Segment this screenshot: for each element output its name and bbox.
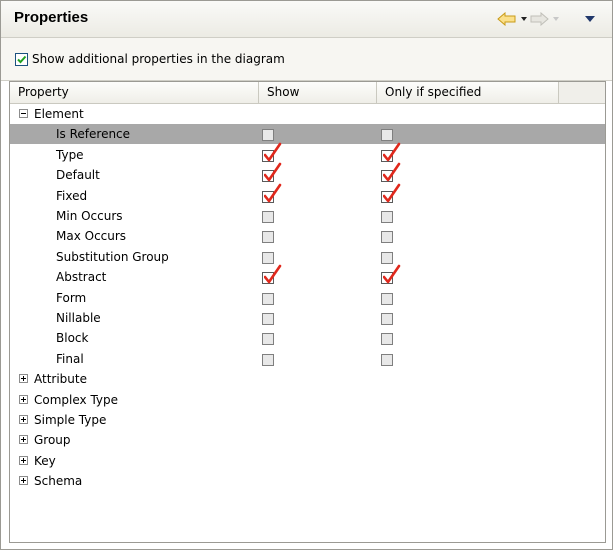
only-if-specified-checkbox[interactable] <box>381 333 393 346</box>
table-header: Property Show Only if specified <box>10 82 605 104</box>
expand-toggle-icon[interactable] <box>19 455 28 465</box>
red-checkmark-icon <box>264 142 282 162</box>
back-arrow-icon <box>497 12 516 26</box>
only-if-specified-checkbox[interactable] <box>381 142 401 162</box>
view-menu-icon <box>585 16 595 22</box>
row-label: Min Occurs <box>56 209 123 223</box>
expand-toggle-icon[interactable] <box>19 374 28 384</box>
property-row-abstract[interactable]: Abstract <box>10 264 605 287</box>
back-button[interactable] <box>497 8 528 30</box>
show-checkbox[interactable] <box>262 231 274 244</box>
row-label: Is Reference <box>56 127 131 142</box>
properties-table: Property Show Only if specified Element I… <box>9 81 606 543</box>
row-label: Final <box>56 351 84 366</box>
row-label: Group <box>34 433 71 448</box>
property-row-block[interactable]: Block <box>10 328 605 348</box>
show-checkbox[interactable] <box>262 129 274 142</box>
row-label: Default <box>56 168 100 183</box>
property-row-default[interactable]: Default <box>10 162 605 185</box>
only-if-specified-checkbox[interactable] <box>381 211 393 223</box>
show-checkbox[interactable] <box>262 162 282 183</box>
collapse-toggle-icon[interactable] <box>19 109 28 118</box>
row-label: Simple Type <box>34 413 107 427</box>
show-additional-checkbox[interactable] <box>15 53 28 66</box>
only-if-specified-checkbox[interactable] <box>381 264 401 285</box>
row-label: Form <box>56 290 87 305</box>
row-label: Schema <box>34 474 83 489</box>
property-row-nillable[interactable]: Nillable <box>10 308 605 328</box>
show-checkbox[interactable] <box>262 292 274 305</box>
red-checkmark-icon <box>383 183 401 202</box>
property-row-form[interactable]: Form <box>10 288 605 308</box>
show-checkbox[interactable] <box>262 313 274 325</box>
red-checkmark-icon <box>383 142 401 162</box>
tree-group-element[interactable]: Element <box>10 104 605 124</box>
checkmark-icon <box>17 55 27 64</box>
show-checkbox[interactable] <box>262 251 274 264</box>
red-checkmark-icon <box>383 264 401 284</box>
tree-group-group[interactable]: Group <box>10 430 605 450</box>
chevron-down-icon <box>521 17 527 21</box>
red-checkmark-icon <box>264 162 282 182</box>
red-checkmark-icon <box>264 183 282 202</box>
row-label: Complex Type <box>34 392 119 407</box>
show-checkbox[interactable] <box>262 353 274 366</box>
expand-toggle-icon[interactable] <box>19 415 28 424</box>
show-checkbox[interactable] <box>262 183 282 203</box>
show-checkbox[interactable] <box>262 333 274 346</box>
property-row-substitution-group[interactable]: Substitution Group <box>10 247 605 267</box>
properties-panel: Properties Show additional properties in… <box>0 0 613 550</box>
property-row-fixed[interactable]: Fixed <box>10 183 605 206</box>
column-header-only-if-specified[interactable]: Only if specified <box>377 82 559 103</box>
row-label: Attribute <box>34 372 87 387</box>
only-if-specified-checkbox[interactable] <box>381 183 401 203</box>
column-header-show[interactable]: Show <box>259 82 377 103</box>
row-label: Block <box>56 331 89 346</box>
row-label: Fixed <box>56 188 88 203</box>
property-row-min-occurs[interactable]: Min Occurs <box>10 206 605 226</box>
panel-title: Properties <box>14 9 89 26</box>
only-if-specified-checkbox[interactable] <box>381 353 393 366</box>
tree-group-complex-type[interactable]: Complex Type <box>10 390 605 410</box>
row-label: Element <box>34 107 84 121</box>
show-additional-label: Show additional properties in the diagra… <box>32 52 285 66</box>
chevron-down-icon <box>553 17 559 21</box>
only-if-specified-checkbox[interactable] <box>381 292 393 305</box>
red-checkmark-icon <box>264 264 282 284</box>
property-row-max-occurs[interactable]: Max Occurs <box>10 226 605 246</box>
expand-toggle-icon[interactable] <box>19 435 28 445</box>
expand-toggle-icon[interactable] <box>19 476 28 486</box>
options-bar: Show additional properties in the diagra… <box>1 38 612 81</box>
panel-header: Properties <box>1 1 612 38</box>
property-row-type[interactable]: Type <box>10 142 605 165</box>
only-if-specified-checkbox[interactable] <box>381 251 393 264</box>
only-if-specified-checkbox[interactable] <box>381 129 393 142</box>
forward-button[interactable] <box>529 8 560 30</box>
red-checkmark-icon <box>383 162 401 182</box>
row-label: Max Occurs <box>56 229 127 244</box>
only-if-specified-checkbox[interactable] <box>381 231 393 244</box>
show-checkbox[interactable] <box>262 142 282 162</box>
column-header-filler <box>559 82 605 103</box>
property-row-is-reference[interactable]: Is Reference <box>10 124 605 145</box>
show-checkbox[interactable] <box>262 211 274 223</box>
tree-group-attribute[interactable]: Attribute <box>10 369 605 389</box>
column-header-property[interactable]: Property <box>10 82 259 103</box>
tree-group-key[interactable]: Key <box>10 451 605 471</box>
show-checkbox[interactable] <box>262 264 282 285</box>
only-if-specified-checkbox[interactable] <box>381 162 401 183</box>
tree-group-schema[interactable]: Schema <box>10 471 605 491</box>
property-row-final[interactable]: Final <box>10 349 605 369</box>
row-label: Type <box>56 147 84 162</box>
only-if-specified-checkbox[interactable] <box>381 313 393 325</box>
row-label: Abstract <box>56 270 107 285</box>
view-menu-button[interactable] <box>584 8 596 30</box>
row-label: Nillable <box>56 311 101 325</box>
row-label: Key <box>34 453 56 468</box>
tree-group-simple-type[interactable]: Simple Type <box>10 410 605 430</box>
forward-arrow-icon <box>530 12 549 26</box>
row-label: Substitution Group <box>56 249 169 264</box>
expand-toggle-icon[interactable] <box>19 394 28 404</box>
